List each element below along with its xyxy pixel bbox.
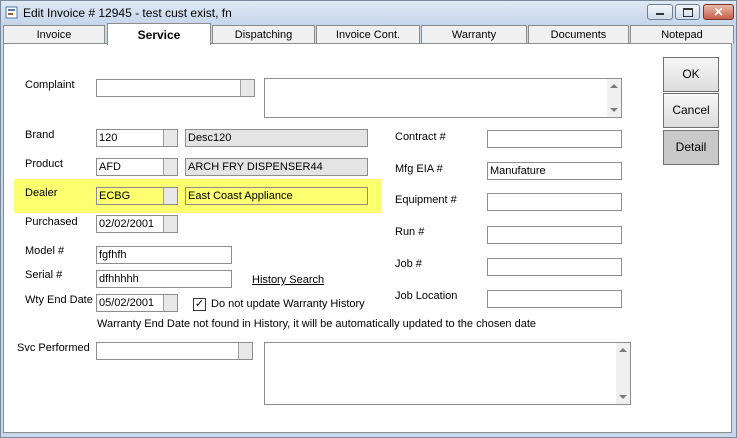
contract-field[interactable] [487,130,622,148]
close-button[interactable]: ✕ [703,4,734,20]
run-label: Run # [395,226,425,238]
maximize-button[interactable] [675,4,700,20]
tab-invoice-cont[interactable]: Invoice Cont. [316,25,420,44]
window-title: Edit Invoice # 12945 - test cust exist, … [23,6,232,20]
warranty-warning-text: Warranty End Date not found in History, … [97,318,537,330]
cancel-button[interactable]: Cancel [663,93,719,128]
maximize-icon [682,8,693,17]
brand-desc-field: Desc120 [185,129,368,147]
title-bar[interactable]: Edit Invoice # 12945 - test cust exist, … [1,1,736,25]
product-code-field[interactable]: AFD [96,158,178,176]
job-label: Job # [395,258,422,270]
product-label: Product [25,158,63,170]
mfg-eia-field[interactable]: Manufature [487,162,622,180]
close-icon: ✕ [713,5,724,19]
detail-button[interactable]: Detail [663,130,719,165]
purchased-date-field[interactable]: 02/02/2001 [96,215,178,233]
app-icon [5,6,18,19]
dealer-code-field[interactable]: ECBG [96,187,178,205]
job-field[interactable] [487,258,622,276]
job-location-label: Job Location [395,290,458,302]
job-location-field[interactable] [487,290,622,308]
brand-code-field[interactable]: 120 [96,129,178,147]
svc-performed-select[interactable] [96,342,253,360]
contract-label: Contract # [395,131,446,143]
no-update-warranty-checkbox[interactable]: ✓ [193,298,206,311]
brand-label: Brand [25,129,55,141]
svc-performed-scrollbar[interactable] [616,343,630,404]
tab-service[interactable]: Service [107,23,211,45]
tab-documents[interactable]: Documents [528,25,629,44]
run-field[interactable] [487,226,622,244]
svc-performed-label: Svc Performed [17,342,90,354]
complaint-scrollbar[interactable] [607,79,621,117]
model-field[interactable]: fgfhfh [96,246,232,264]
mfg-eia-label: Mfg EIA # [395,163,443,175]
dealer-label: Dealer [25,187,58,199]
complaint-select[interactable] [96,79,255,97]
svc-performed-text[interactable] [264,342,631,405]
serial-field[interactable]: dfhhhhh [96,270,232,288]
complaint-label: Complaint [25,79,75,91]
tab-warranty[interactable]: Warranty [421,25,527,44]
purchased-label: Purchased [25,216,78,228]
minimize-icon [656,13,664,15]
ok-button[interactable]: OK [663,57,719,92]
dealer-name-field: East Coast Appliance [185,187,368,205]
model-label: Model # [25,245,65,257]
complaint-text[interactable] [264,78,622,118]
minimize-button[interactable] [647,4,673,20]
wty-end-date-field[interactable]: 05/02/2001 [96,294,178,312]
tab-dispatching[interactable]: Dispatching [212,25,315,44]
product-desc-field: ARCH FRY DISPENSER44 [185,158,368,176]
history-search-link[interactable]: History Search [252,274,324,286]
equipment-label: Equipment # [395,194,457,206]
serial-label: Serial # [25,269,63,281]
wty-end-date-label: Wty End Date [25,294,93,306]
tab-notepad[interactable]: Notepad [630,25,734,44]
equipment-field[interactable] [487,193,622,211]
tab-invoice[interactable]: Invoice [3,25,105,44]
no-update-warranty-label: Do not update Warranty History [211,298,365,310]
